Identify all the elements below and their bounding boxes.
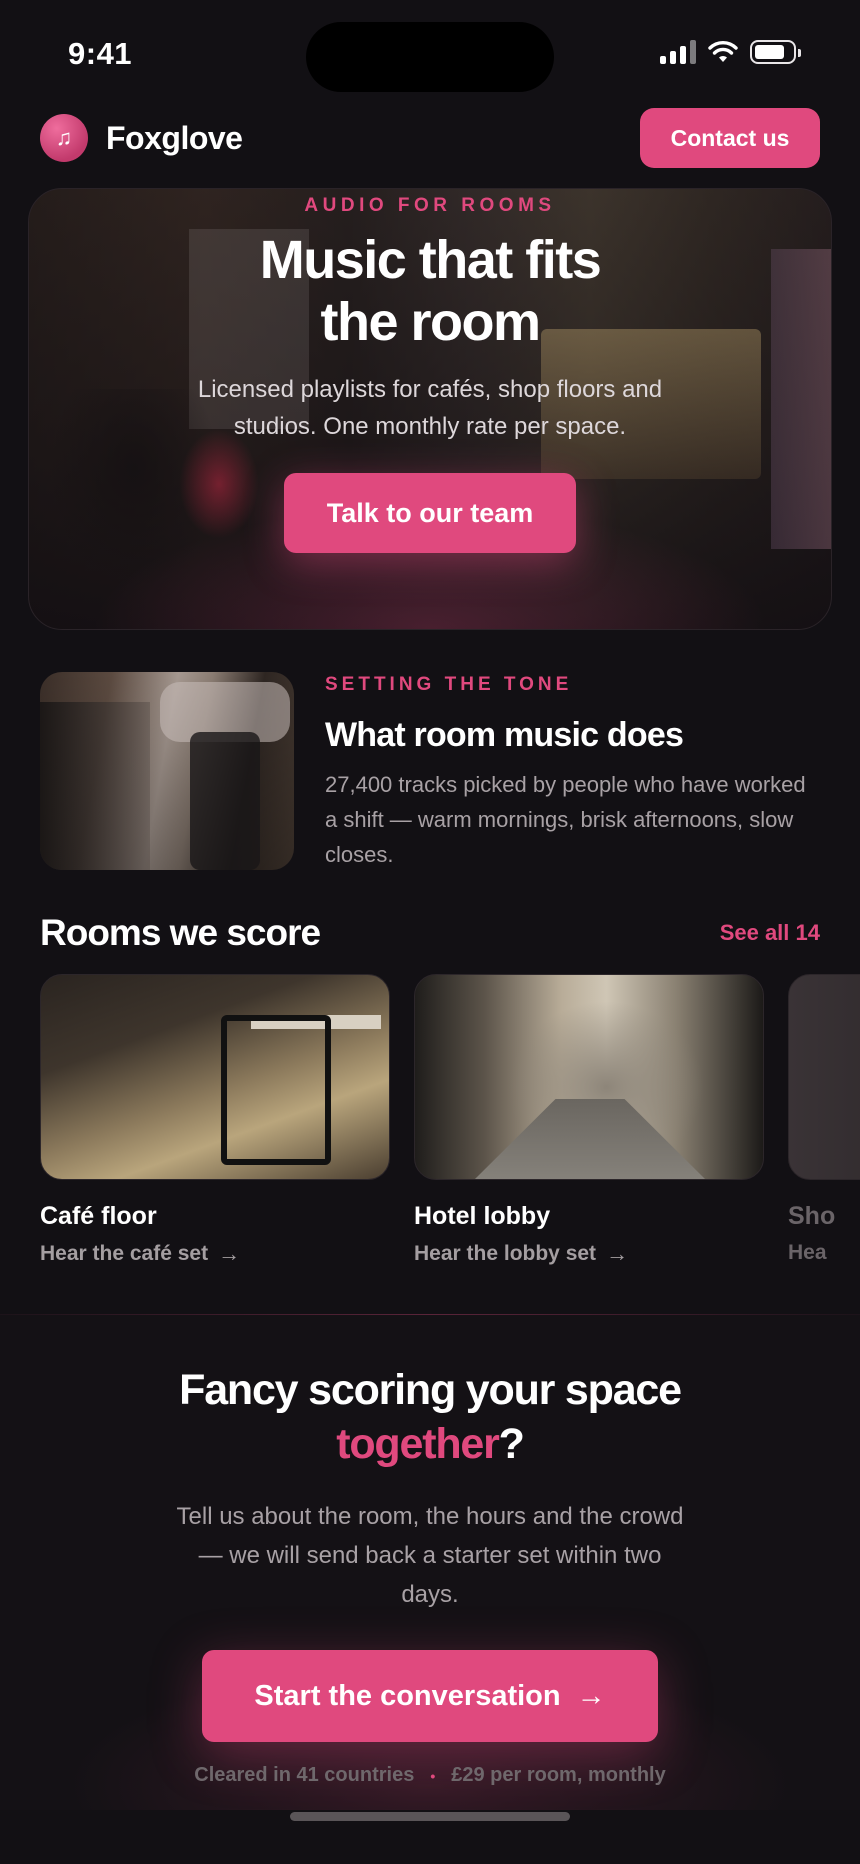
brand[interactable]: ♫ Foxglove <box>40 114 243 162</box>
hero-section: AUDIO FOR ROOMS Music that fits the room… <box>28 188 832 630</box>
cta-meta: Cleared in 41 countries • £29 per room, … <box>0 1764 860 1787</box>
countries-note: Cleared in 41 countries <box>194 1764 415 1786</box>
hero-eyebrow: AUDIO FOR ROOMS <box>304 195 556 216</box>
room-action-link[interactable]: Hear the café set → <box>40 1241 390 1267</box>
status-time: 9:41 <box>68 36 133 71</box>
room-action-link[interactable]: Hea <box>788 1241 860 1265</box>
battery-icon <box>750 40 801 64</box>
cafe-image <box>40 974 390 1180</box>
arrow-right-icon: → <box>576 1679 606 1712</box>
room-name: Hotel lobby <box>414 1202 551 1230</box>
price-note: £29 per room, monthly <box>451 1764 666 1786</box>
tone-body: 27,400 tracks picked by people who have … <box>325 772 806 867</box>
start-conversation-button[interactable]: Start the conversation → <box>202 1650 658 1742</box>
room-card-hotel[interactable]: Hotel lobby Hear the lobby set → <box>414 974 764 1267</box>
music-note-icon: ♫ <box>40 114 88 162</box>
cta-section: Fancy scoring your space together? Tell … <box>0 1315 860 1810</box>
room-action-label: Hear the café set <box>40 1242 209 1265</box>
hero-title: Music that fits the room <box>259 230 602 352</box>
rooms-carousel[interactable]: Café floor Hear the café set → Hotel lob… <box>40 974 860 1274</box>
room-action-link[interactable]: Hear the lobby set → <box>414 1241 764 1267</box>
shop-image <box>788 974 860 1180</box>
room-card-cafe[interactable]: Café floor Hear the café set → <box>40 974 390 1267</box>
tone-title: What room music does <box>325 716 684 754</box>
barista-image <box>40 672 294 870</box>
brand-name: Foxglove <box>106 119 243 156</box>
status-icons <box>660 40 801 64</box>
home-indicator[interactable] <box>290 1812 570 1821</box>
status-bar: 9:41 <box>0 0 860 100</box>
wifi-icon <box>708 41 738 62</box>
talk-to-team-button[interactable]: Talk to our team <box>284 473 576 553</box>
room-name: Sho <box>788 1202 836 1230</box>
signal-icon <box>660 40 696 64</box>
separator-dot: • <box>430 1767 436 1784</box>
app-header: ♫ Foxglove Contact us <box>40 108 820 168</box>
hero-subtitle: Licensed playlists for cafés, shop floor… <box>197 376 663 440</box>
room-action-label: Hear the lobby set <box>414 1242 597 1265</box>
tone-eyebrow: SETTING THE TONE <box>325 674 573 695</box>
start-conversation-label: Start the conversation <box>254 1679 561 1712</box>
room-action-label: Hea <box>788 1241 827 1264</box>
arrow-right-icon: → <box>218 1241 241 1266</box>
rooms-header: Rooms we score See all 14 <box>40 908 820 958</box>
room-name: Café floor <box>40 1202 157 1230</box>
cta-title: Fancy scoring your space together? <box>179 1366 682 1468</box>
cta-title-accent: together <box>336 1420 500 1468</box>
dynamic-island <box>306 22 554 92</box>
rooms-title: Rooms we score <box>40 912 321 953</box>
cta-body: Tell us about the room, the hours and th… <box>176 1503 684 1608</box>
tone-section: SETTING THE TONE What room music does 27… <box>40 672 820 872</box>
see-all-link[interactable]: See all 14 <box>720 920 820 946</box>
arrow-right-icon: → <box>606 1241 629 1266</box>
room-card-shop[interactable]: Sho Hea <box>788 974 860 1265</box>
hero-content: AUDIO FOR ROOMS Music that fits the room… <box>29 189 831 553</box>
tone-text: SETTING THE TONE What room music does 27… <box>325 672 820 872</box>
contact-button[interactable]: Contact us <box>640 108 820 168</box>
hotel-lobby-image <box>414 974 764 1180</box>
